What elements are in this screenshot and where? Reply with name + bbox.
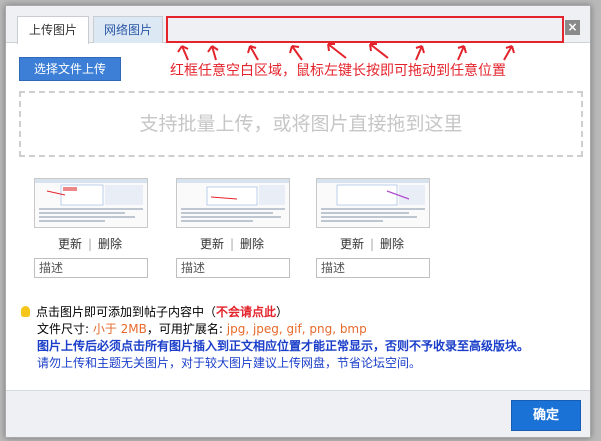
- description-input[interactable]: 描述: [316, 258, 430, 278]
- close-icon[interactable]: ×: [565, 20, 580, 35]
- image-actions: 更新 | 删除: [34, 235, 146, 252]
- action-separator: |: [87, 237, 93, 251]
- extensions-label: ，可用扩展名:: [146, 322, 227, 336]
- note-line1-suffix: ）: [276, 305, 289, 319]
- tab-upload-image[interactable]: 上传图片: [17, 16, 89, 44]
- upload-advice: 请勿上传和主题无关图片，对于较大图片建议上传网盘，节省论坛空间。: [37, 356, 422, 370]
- extensions-value: jpg, jpeg, gif, png, bmp: [226, 322, 367, 336]
- action-separator: |: [229, 237, 235, 251]
- delete-link[interactable]: 删除: [98, 237, 122, 251]
- tab-web-image[interactable]: 网络图片: [93, 16, 163, 43]
- image-actions: 更新 | 删除: [176, 235, 288, 252]
- dialog-footer: 确定: [6, 390, 590, 437]
- update-link[interactable]: 更新: [58, 237, 82, 251]
- file-size-label: 文件尺寸:: [37, 322, 93, 336]
- note-line1-prefix: 点击图片即可添加到帖子内容中（: [36, 305, 217, 319]
- lightbulb-icon: [21, 306, 30, 317]
- select-file-upload-button[interactable]: 选择文件上传: [19, 57, 121, 81]
- delete-link[interactable]: 删除: [240, 237, 264, 251]
- action-separator: |: [369, 237, 375, 251]
- file-size-value: 小于 2MB: [92, 322, 147, 336]
- drag-area-highlight[interactable]: [166, 16, 564, 43]
- dialog-header[interactable]: 上传图片 网络图片 ×: [6, 6, 590, 44]
- help-link[interactable]: 不会请点此: [216, 305, 276, 319]
- update-link[interactable]: 更新: [200, 237, 224, 251]
- upload-dialog: 上传图片 网络图片 × 红框任意空白区域，鼠标左键长按即可拖动到任意位置 选择文…: [5, 5, 591, 438]
- image-thumbnail[interactable]: [34, 178, 148, 228]
- update-link[interactable]: 更新: [340, 237, 364, 251]
- image-thumbnail[interactable]: [176, 178, 290, 228]
- description-input[interactable]: 描述: [176, 258, 290, 278]
- description-input[interactable]: 描述: [34, 258, 148, 278]
- delete-link[interactable]: 删除: [380, 237, 404, 251]
- upload-notes: 点击图片即可添加到帖子内容中（不会请点此） 文件尺寸: 小于 2MB，可用扩展名…: [21, 304, 529, 372]
- image-actions: 更新 | 删除: [316, 235, 428, 252]
- insert-warning: 图片上传后必须点击所有图片插入到正文相应位置才能正常显示，否则不予收录至高级版块…: [37, 339, 530, 353]
- drag-hint-text: 红框任意空白区域，鼠标左键长按即可拖动到任意位置: [170, 63, 506, 79]
- drop-zone[interactable]: 支持批量上传，或将图片直接拖到这里: [19, 91, 583, 157]
- confirm-button[interactable]: 确定: [511, 400, 581, 431]
- image-thumbnail[interactable]: [316, 178, 430, 228]
